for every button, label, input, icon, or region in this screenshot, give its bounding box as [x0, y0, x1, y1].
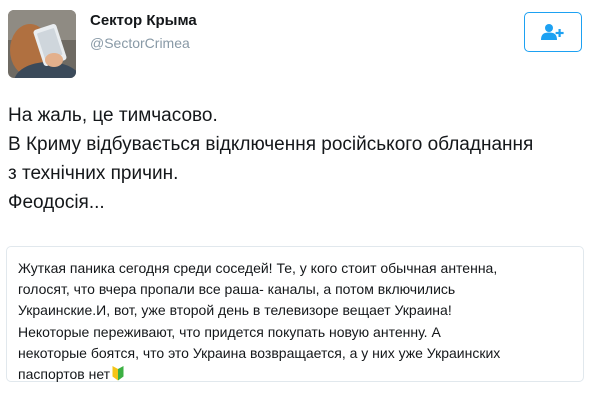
add-user-icon: [541, 24, 564, 40]
author-display-name[interactable]: Сектор Крыма: [90, 12, 197, 29]
quoted-post-line: Жуткая паника сегодня среди соседей! Те,…: [18, 260, 498, 276]
quoted-post-line-text: паспортов нет: [18, 366, 111, 383]
quoted-post-line-last: паспортов нет: [18, 364, 578, 385]
quoted-post-line: Украинские.И, вот, уже второй день в тел…: [18, 302, 452, 319]
tweet-text-line: На жаль, це тимчасово.: [8, 105, 218, 126]
tweet-text: На жаль, це тимчасово. В Криму відбуваєт…: [8, 101, 588, 217]
quoted-post-line: голосят, что вчера пропали все раша- кан…: [18, 281, 456, 298]
quoted-post-line: некоторые боятся, что это Украина возвра…: [18, 344, 501, 361]
avatar[interactable]: [8, 10, 76, 78]
tweet-text-line: В Криму відбувається відключення російсь…: [8, 134, 534, 155]
follow-button[interactable]: [524, 12, 582, 52]
tweet-text-line: з технічних причин.: [8, 163, 179, 184]
beginner-badge-icon: [112, 366, 124, 381]
quoted-post-text: Жуткая паника сегодня среди соседей! Те,…: [18, 258, 578, 385]
tweet: Сектор Крыма @SectorCrimea На жаль, це т…: [0, 0, 595, 404]
tweet-text-line: Феодосія...: [8, 192, 105, 213]
quoted-post-line: Некоторые переживают, что придется покуп…: [18, 323, 441, 340]
avatar-image: [8, 10, 76, 78]
quoted-post-card[interactable]: Жуткая паника сегодня среди соседей! Те,…: [6, 246, 584, 382]
author-handle[interactable]: @SectorCrimea: [90, 35, 190, 51]
